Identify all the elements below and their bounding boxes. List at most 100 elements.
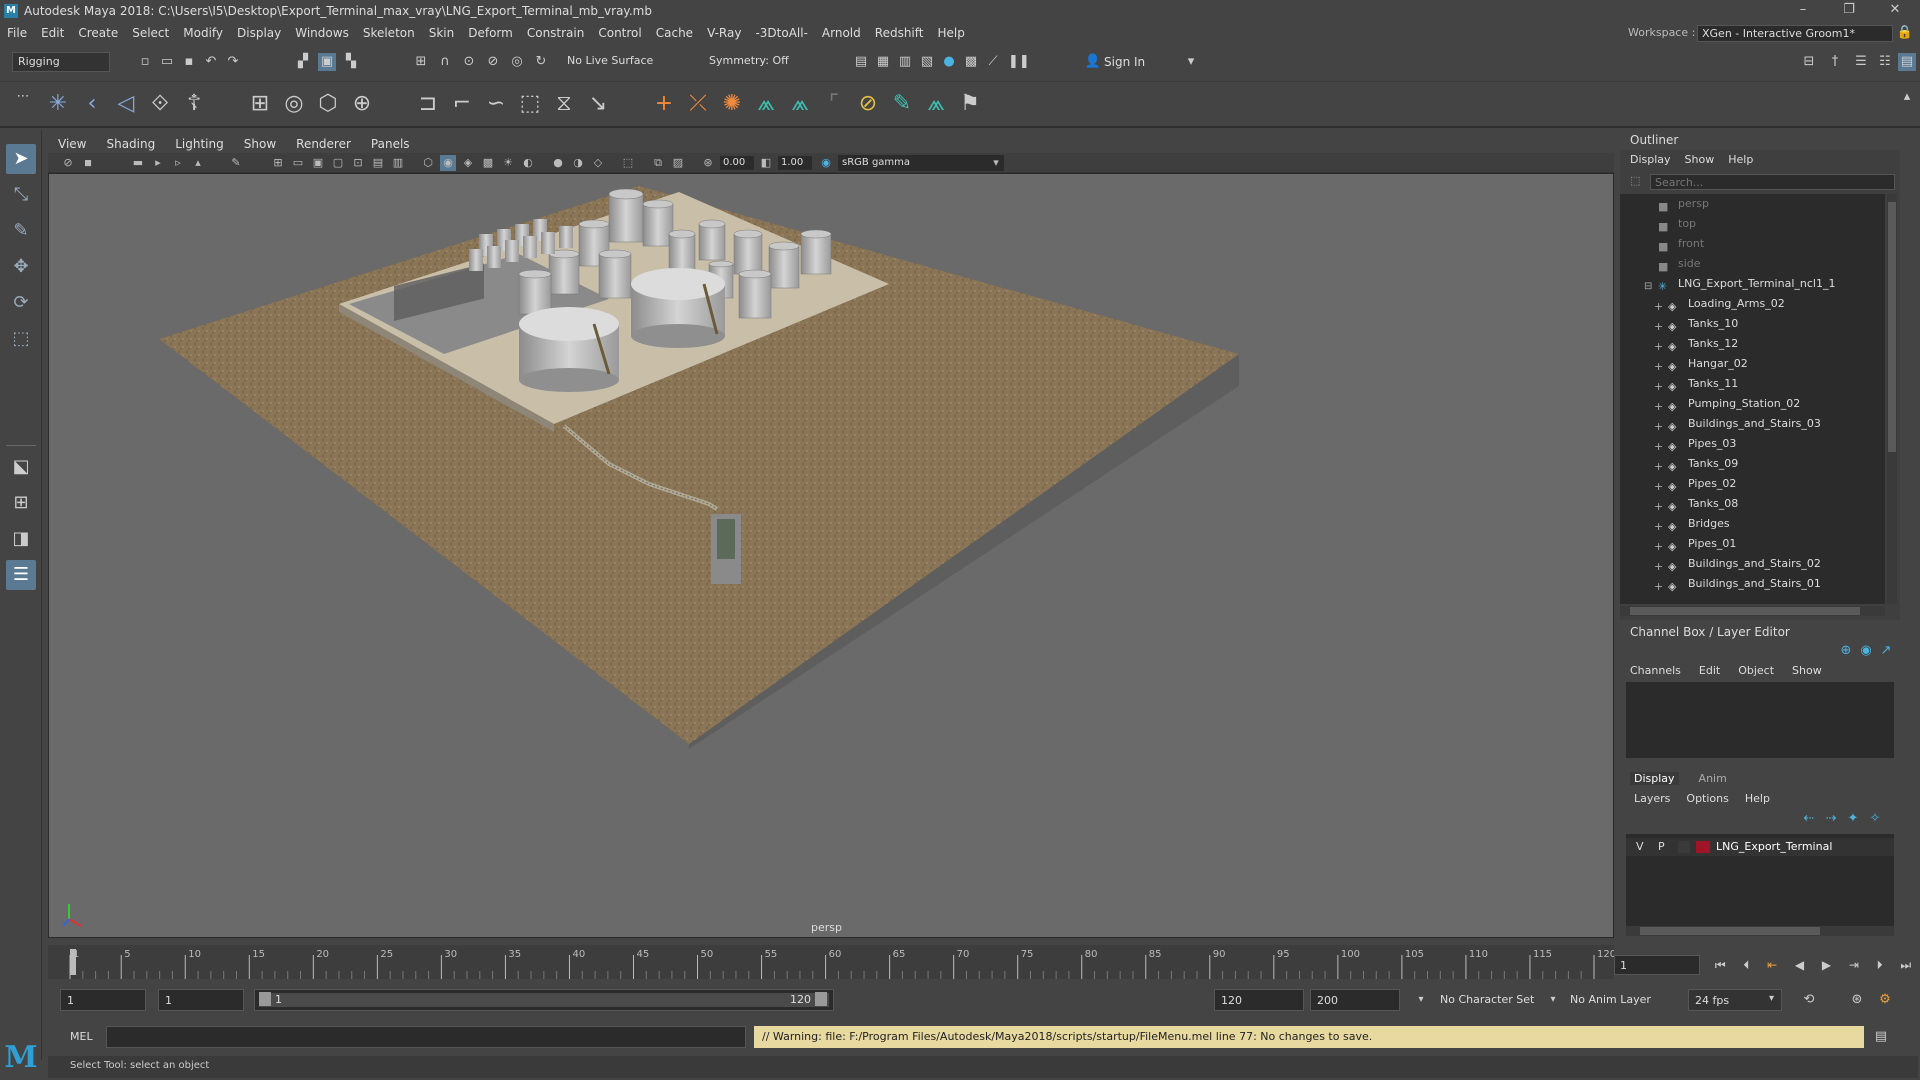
outliner-item[interactable]: + ◈ Tanks_09 bbox=[1620, 454, 1885, 474]
character-set-dropdown[interactable]: No Character Set bbox=[1440, 993, 1534, 1006]
outliner-item[interactable]: + ◈ Buildings_and_Stairs_03 bbox=[1620, 414, 1885, 434]
outliner-item[interactable]: + ◈ Pipes_01 bbox=[1620, 534, 1885, 554]
expand-icon[interactable]: + bbox=[1654, 557, 1668, 573]
channel-menu-object[interactable]: Object bbox=[1738, 664, 1774, 677]
layer-color-swatch[interactable] bbox=[1696, 841, 1710, 853]
xray-active-icon[interactable]: ▨ bbox=[670, 155, 686, 171]
outliner-item[interactable]: + ◈ Pumping_Station_02 bbox=[1620, 394, 1885, 414]
layer-visibility-toggle[interactable]: V bbox=[1636, 840, 1644, 853]
gamma-field[interactable]: 1.00 bbox=[778, 156, 812, 170]
lock-icon[interactable]: 🔒 bbox=[1896, 24, 1914, 42]
snap-point-icon[interactable]: ⊙ bbox=[460, 53, 478, 71]
colorspace-dropdown[interactable]: sRGB gamma bbox=[838, 155, 1004, 171]
cluster-icon[interactable]: ⊐ bbox=[414, 90, 442, 118]
vray-ipr-icon[interactable]: ⟋ bbox=[984, 53, 1002, 71]
step-back-key-icon[interactable]: ⏴ bbox=[1743, 958, 1749, 973]
menu-control[interactable]: Control bbox=[591, 26, 648, 40]
expand-icon[interactable]: + bbox=[1654, 537, 1668, 553]
resolution-gate-icon[interactable]: ▣ bbox=[310, 155, 326, 171]
play-backward-icon[interactable]: ◀ bbox=[1795, 958, 1804, 972]
expand-icon[interactable]: + bbox=[1654, 497, 1668, 513]
character-set-chevron-down-icon[interactable]: ▾ bbox=[1412, 991, 1430, 1009]
anim-layer-chevron-down-icon[interactable]: ▾ bbox=[1544, 991, 1562, 1009]
close-button[interactable]: ✕ bbox=[1872, 0, 1918, 22]
live-surface-field[interactable]: No Live Surface bbox=[562, 52, 666, 72]
exposure-icon[interactable]: ⊛ bbox=[700, 155, 716, 171]
shadows-icon[interactable]: ◐ bbox=[520, 155, 536, 171]
playback-start-field[interactable] bbox=[158, 989, 244, 1011]
outliner-item[interactable]: + ◈ Pipes_02 bbox=[1620, 474, 1885, 494]
outliner-vertical-scrollbar[interactable] bbox=[1887, 194, 1897, 604]
panel-menu-shading[interactable]: Shading bbox=[96, 137, 165, 151]
go-to-end-icon[interactable]: ⏭ bbox=[1900, 958, 1911, 973]
panel-menu-panels[interactable]: Panels bbox=[361, 137, 420, 151]
parent-constraint-icon[interactable]: ⩕ bbox=[752, 90, 780, 118]
range-end-handle[interactable] bbox=[815, 992, 827, 1006]
shelf-scroll-up-icon[interactable]: ▴ bbox=[1898, 88, 1916, 106]
pause-icon[interactable]: ❚❚ bbox=[1008, 53, 1030, 71]
smooth-bind-icon[interactable]: ◎ bbox=[280, 90, 308, 118]
camera-attributes-icon[interactable]: ▬ bbox=[130, 155, 146, 171]
menu-create[interactable]: Create bbox=[71, 26, 125, 40]
chevron-down-icon[interactable]: ▾ bbox=[1182, 53, 1200, 71]
step-back-frame-icon[interactable]: ⇤ bbox=[1767, 958, 1777, 972]
go-to-start-icon[interactable]: ⏮ bbox=[1715, 958, 1726, 973]
colorspace-chevron-down-icon[interactable]: ▾ bbox=[988, 155, 1004, 171]
render-view-icon[interactable]: ▦ bbox=[874, 53, 892, 71]
animation-end-field[interactable] bbox=[1310, 989, 1400, 1011]
render-frame-icon[interactable]: ▤ bbox=[852, 53, 870, 71]
command-input[interactable] bbox=[106, 1026, 746, 1048]
outliner-camera-top[interactable]: ■ top bbox=[1620, 214, 1885, 234]
gate-mask-icon[interactable]: ▢ bbox=[330, 155, 346, 171]
menu-arnold[interactable]: Arnold bbox=[815, 26, 868, 40]
vray-render-icon[interactable]: ▩ bbox=[962, 53, 980, 71]
tool-settings-icon[interactable]: ☷ bbox=[1876, 53, 1894, 71]
menu-edit[interactable]: Edit bbox=[34, 26, 71, 40]
layer-menu-layers[interactable]: Layers bbox=[1634, 792, 1670, 805]
layer-horizontal-scrollbar[interactable] bbox=[1626, 926, 1894, 936]
expand-icon[interactable]: + bbox=[1654, 437, 1668, 453]
ipr-render-icon[interactable]: ▥ bbox=[896, 53, 914, 71]
camera-select-icon[interactable]: ⊘ bbox=[60, 155, 76, 171]
menu-help[interactable]: Help bbox=[930, 26, 971, 40]
layer-menu-help[interactable]: Help bbox=[1745, 792, 1770, 805]
fps-dropdown[interactable]: 24 fps ▾ bbox=[1688, 989, 1782, 1011]
skeleton-picker-icon[interactable]: ⚑ bbox=[956, 90, 984, 118]
new-layer-selected-icon[interactable]: ✧ bbox=[1866, 810, 1884, 828]
anim-layer-dropdown[interactable]: No Anim Layer bbox=[1570, 993, 1651, 1006]
select-object-icon[interactable]: ▣ bbox=[318, 53, 336, 71]
single-perspective-layout-icon[interactable]: ⬕ bbox=[6, 452, 36, 482]
menu-deform[interactable]: Deform bbox=[461, 26, 520, 40]
play-forward-icon[interactable]: ▶ bbox=[1822, 958, 1831, 972]
channel-menu-edit[interactable]: Edit bbox=[1699, 664, 1720, 677]
menu-redshift[interactable]: Redshift bbox=[868, 26, 931, 40]
safe-title-icon[interactable]: ▥ bbox=[390, 155, 406, 171]
symmetry-dropdown[interactable]: Symmetry: Off bbox=[704, 52, 804, 72]
panel-menu-show[interactable]: Show bbox=[234, 137, 286, 151]
panel-menu-view[interactable]: View bbox=[48, 137, 96, 151]
outliner-item[interactable]: + ◈ Buildings_and_Stairs_02 bbox=[1620, 554, 1885, 574]
wireframe-icon[interactable]: ⬡ bbox=[420, 155, 436, 171]
expand-icon[interactable]: + bbox=[1654, 477, 1668, 493]
humanik-icon[interactable]: ☦ bbox=[180, 90, 208, 118]
lasso-tool-icon[interactable]: ⤡ bbox=[6, 180, 36, 210]
outliner-item[interactable]: + ◈ Tanks_08 bbox=[1620, 494, 1885, 514]
perspective-viewport[interactable]: persp bbox=[48, 173, 1614, 938]
outliner-search-input[interactable] bbox=[1650, 174, 1895, 190]
render-settings-icon[interactable]: ▧ bbox=[918, 53, 936, 71]
menu-3dtoall[interactable]: -3DtoAll- bbox=[748, 26, 814, 40]
new-scene-icon[interactable]: ▫ bbox=[136, 53, 154, 71]
outliner-layout-icon[interactable]: ☰ bbox=[6, 560, 36, 590]
expand-icon[interactable]: + bbox=[1654, 377, 1668, 393]
outliner-camera-front[interactable]: ■ front bbox=[1620, 234, 1885, 254]
snap-surface-icon[interactable]: ◎ bbox=[508, 53, 526, 71]
menu-skin[interactable]: Skin bbox=[422, 26, 462, 40]
outliner-item[interactable]: + ◈ Tanks_12 bbox=[1620, 334, 1885, 354]
exposure-field[interactable]: 0.00 bbox=[720, 156, 754, 170]
character-controls-icon[interactable]: † bbox=[1826, 53, 1844, 71]
point-constraint-icon[interactable]: + bbox=[650, 90, 678, 118]
range-start-handle[interactable] bbox=[259, 992, 271, 1006]
move-tool-icon[interactable]: ✥ bbox=[6, 252, 36, 282]
open-scene-icon[interactable]: ▭ bbox=[158, 53, 176, 71]
menu-vray[interactable]: V-Ray bbox=[700, 26, 748, 40]
